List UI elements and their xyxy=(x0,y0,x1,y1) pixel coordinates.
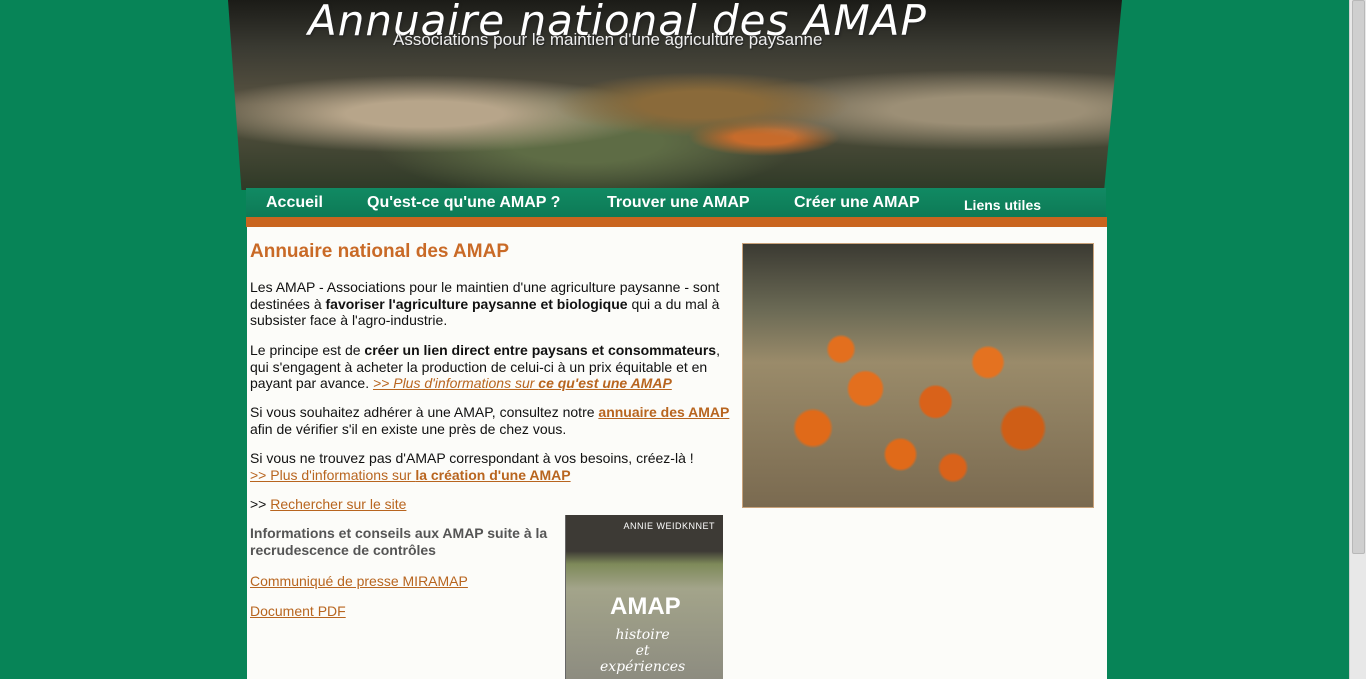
main-content: Annuaire national des AMAP Les AMAP - As… xyxy=(247,227,1107,679)
principle-text-1: Le principe est de xyxy=(250,342,365,358)
nav-trouver-une-amap[interactable]: Trouver une AMAP xyxy=(607,194,750,212)
book-subtitle-line2: et xyxy=(635,643,650,659)
page-title: Annuaire national des AMAP xyxy=(250,241,509,262)
link-document-pdf[interactable]: Document PDF xyxy=(250,603,346,619)
site-subtitle: Associations pour le maintien d'une agri… xyxy=(393,30,823,49)
join-text-2: afin de vérifier s'il en existe une près… xyxy=(250,420,567,437)
link-rechercher-sur-le-site[interactable]: Rechercher sur le site xyxy=(270,496,406,512)
book-subtitle: histoire et expériences xyxy=(600,627,685,675)
link-bold: la création d'une AMAP xyxy=(415,466,571,483)
link-prefix: >> Plus d'informations sur xyxy=(250,466,416,483)
link-creation-amap[interactable]: >> Plus d'informations sur la création d… xyxy=(250,467,571,483)
join-text-1: Si vous souhaitez adhérer à une AMAP, co… xyxy=(250,404,599,420)
main-navigation: Accueil Qu'est-ce qu'une AMAP ? Trouver … xyxy=(246,188,1106,217)
book-subtitle-line1: histoire xyxy=(615,627,670,643)
nav-quest-ce-quune-amap[interactable]: Qu'est-ce qu'une AMAP ? xyxy=(367,194,560,212)
search-prefix: >> xyxy=(250,496,271,512)
create-text: Si vous ne trouvez pas d'AMAP correspond… xyxy=(250,450,694,466)
nav-accueil[interactable]: Accueil xyxy=(266,194,323,212)
link-bold: ce qu'est une AMAP xyxy=(538,375,672,391)
join-paragraph: Si vous souhaitez adhérer à une AMAP, co… xyxy=(250,404,736,437)
scrollbar-thumb[interactable] xyxy=(1352,0,1365,554)
book-subtitle-line3: expériences xyxy=(600,659,686,675)
vertical-scrollbar[interactable] xyxy=(1349,0,1366,679)
nav-liens-utiles[interactable]: Liens utiles xyxy=(964,197,1041,213)
link-prefix: >> Plus d'informations sur xyxy=(372,375,539,391)
search-paragraph: >> Rechercher sur le site xyxy=(250,496,736,513)
book-author: ANNIE WEIDKNNET xyxy=(623,521,715,531)
info-heading: Informations et conseils aux AMAP suite … xyxy=(250,525,548,558)
link-quest-ce-quune-amap[interactable]: >> Plus d'informations sur ce qu'est une… xyxy=(373,375,672,391)
principle-bold: créer un lien direct entre paysans et co… xyxy=(364,342,717,358)
page-container: Annuaire national des AMAP Associations … xyxy=(228,0,1122,679)
create-paragraph: Si vous ne trouvez pas d'AMAP correspond… xyxy=(250,450,736,483)
nav-underline-bar xyxy=(246,217,1107,227)
link-communique-presse[interactable]: Communiqué de presse MIRAMAP xyxy=(250,573,468,589)
book-title: AMAP xyxy=(610,593,681,620)
nav-creer-une-amap[interactable]: Créer une AMAP xyxy=(794,194,920,212)
principle-paragraph: Le principe est de créer un lien direct … xyxy=(250,342,736,392)
intro-paragraph: Les AMAP - Associations pour le maintien… xyxy=(250,279,736,329)
book-cover-image[interactable]: ANNIE WEIDKNNET AMAP histoire et expérie… xyxy=(565,515,723,679)
pumpkins-market-photo xyxy=(742,243,1094,508)
intro-bold: favoriser l'agriculture paysanne et biol… xyxy=(325,295,628,312)
link-annuaire-des-amap[interactable]: annuaire des AMAP xyxy=(598,404,729,420)
